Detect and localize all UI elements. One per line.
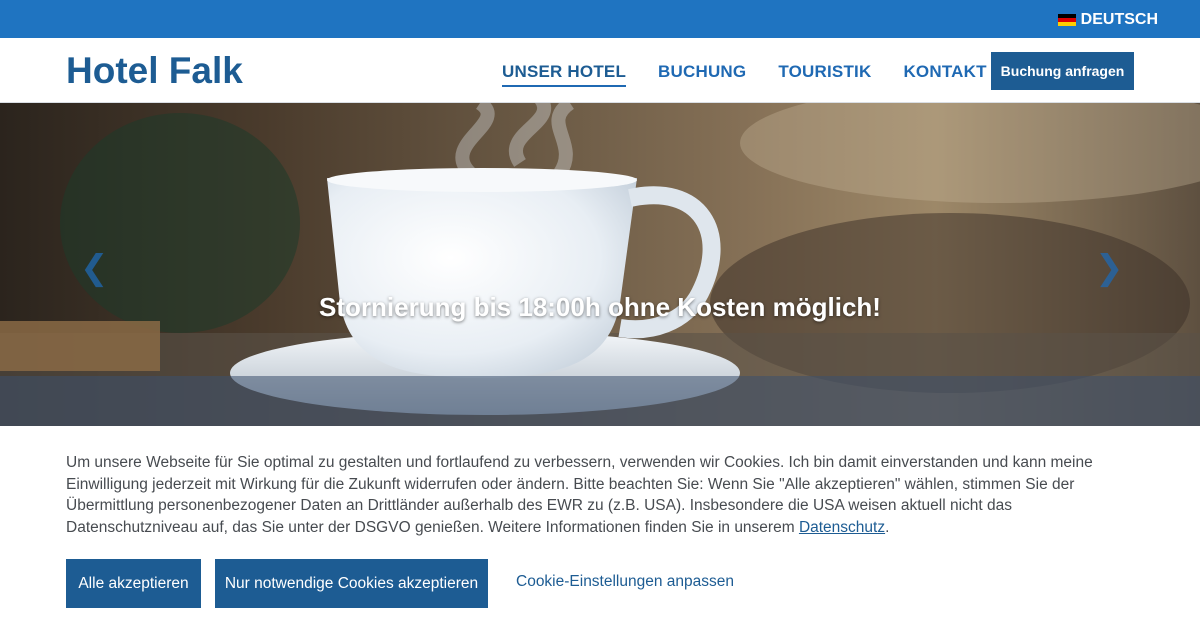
accept-all-button[interactable]: Alle akzeptieren [66, 559, 201, 608]
main-nav: UNSER HOTEL BUCHUNG TOURISTIK KONTAKT [502, 62, 987, 87]
privacy-policy-link[interactable]: Datenschutz [799, 519, 885, 536]
cookie-text-end: . [885, 518, 890, 536]
nav-item-buchung[interactable]: BUCHUNG [658, 62, 746, 87]
top-bar: DEUTSCH [0, 0, 1200, 38]
nav-item-kontakt[interactable]: KONTAKT [903, 62, 986, 87]
language-selector[interactable]: DEUTSCH [1057, 11, 1158, 29]
slider-prev-button[interactable]: ❮ [80, 251, 109, 285]
accept-necessary-button[interactable]: Nur notwendige Cookies akzeptieren [215, 559, 488, 608]
caption-backdrop [0, 376, 1200, 426]
logo[interactable]: Hotel Falk [66, 50, 243, 92]
cookie-banner: Um unsere Webseite für Sie optimal zu ge… [0, 426, 1200, 630]
hero-caption: Stornierung bis 18:00h ohne Kosten mögli… [319, 292, 881, 322]
chevron-right-icon: ❯ [1095, 248, 1124, 288]
language-label: DEUTSCH [1080, 11, 1158, 28]
german-flag-icon [1057, 14, 1076, 26]
cookie-text-main: Um unsere Webseite für Sie optimal zu ge… [66, 454, 1093, 536]
chevron-left-icon: ❮ [80, 248, 109, 288]
nav-item-unser-hotel[interactable]: UNSER HOTEL [502, 62, 627, 87]
hero-slider: ❮ ❯ [0, 103, 1200, 426]
slider-next-button[interactable]: ❯ [1095, 251, 1124, 285]
cookie-settings-link[interactable]: Cookie-Einstellungen anpassen [516, 573, 734, 591]
site-header: Hotel Falk UNSER HOTEL BUCHUNG TOURISTIK… [0, 38, 1200, 103]
cookie-notice-text: Um unsere Webseite für Sie optimal zu ge… [66, 452, 1141, 538]
booking-request-button[interactable]: Buchung anfragen [991, 52, 1134, 90]
nav-item-touristik[interactable]: TOURISTIK [778, 62, 871, 87]
